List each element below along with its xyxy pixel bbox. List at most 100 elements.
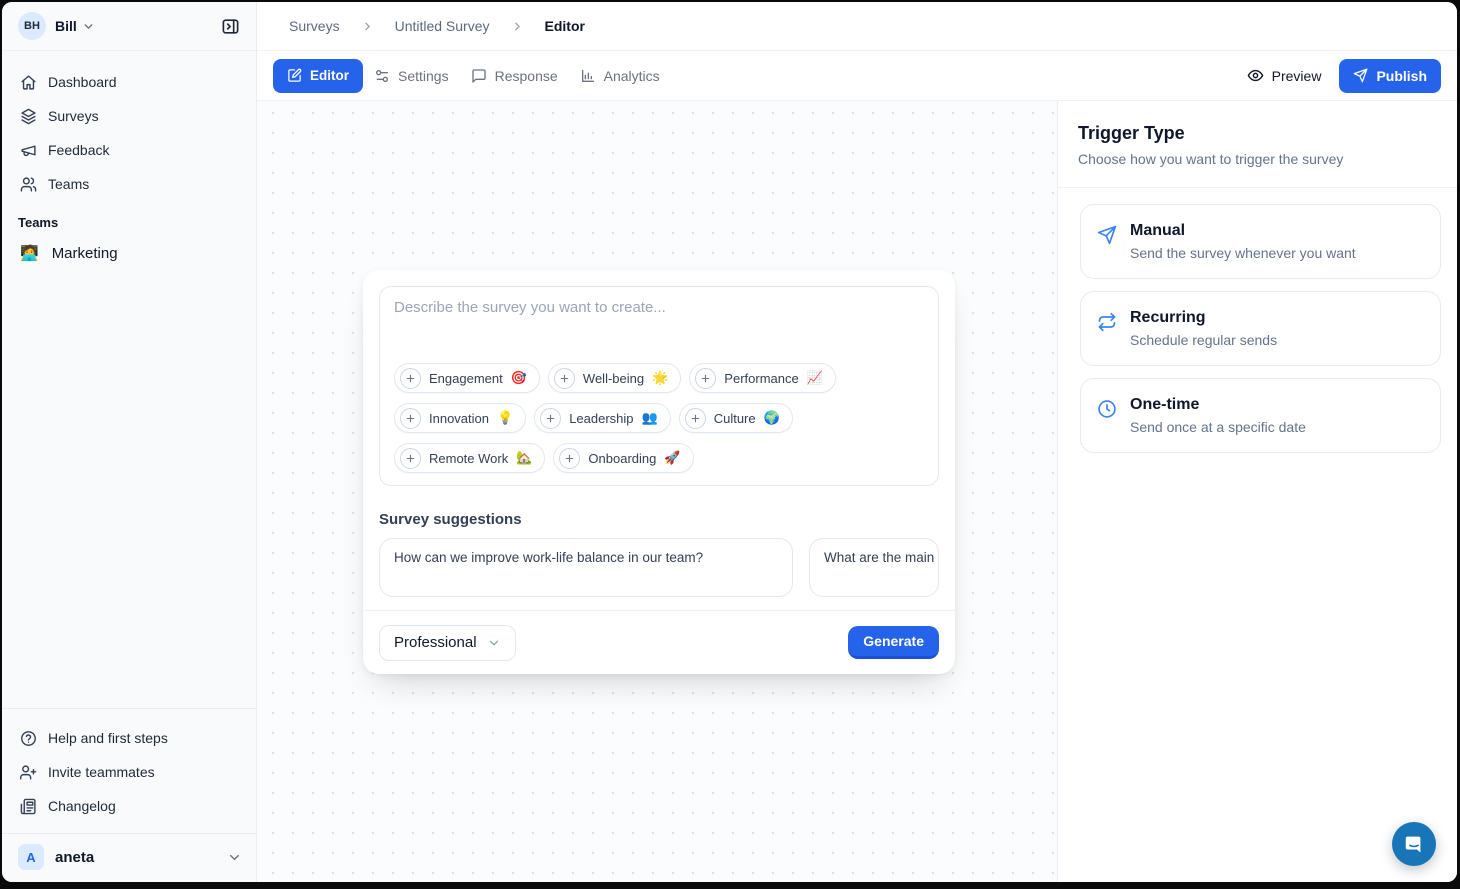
star-emoji-icon: 🌟 bbox=[652, 370, 668, 386]
sidebar-item-help[interactable]: Help and first steps bbox=[10, 721, 248, 755]
sidebar: BH Bill Dashboard Surveys Feedback bbox=[2, 2, 257, 882]
plus-icon bbox=[685, 408, 706, 429]
panel-collapse-icon bbox=[221, 17, 240, 36]
chip-label: Engagement bbox=[429, 371, 503, 386]
topic-chips: Engagement 🎯 Well-being 🌟 Performance 📈 Inn… bbox=[394, 363, 924, 473]
chip-label: Performance bbox=[724, 371, 798, 386]
generate-button[interactable]: Generate bbox=[848, 626, 939, 659]
chip-innovation[interactable]: Innovation💡 bbox=[394, 403, 526, 433]
trigger-option-title: Manual bbox=[1130, 222, 1356, 240]
panel-title: Trigger Type bbox=[1078, 123, 1437, 144]
tab-settings[interactable]: Settings bbox=[363, 59, 460, 93]
sidebar-item-surveys[interactable]: Surveys bbox=[10, 99, 248, 133]
bulb-emoji-icon: 💡 bbox=[497, 410, 513, 426]
chip-culture[interactable]: Culture🌍 bbox=[679, 403, 793, 433]
trigger-option-recurring[interactable]: Recurring Schedule regular sends bbox=[1080, 291, 1441, 366]
tab-label: Response bbox=[495, 68, 558, 84]
technologist-emoji-icon: 🧑‍💻 bbox=[20, 244, 39, 262]
tab-label: Settings bbox=[398, 68, 449, 84]
suggestion-card[interactable]: How can we improve work-life balance in … bbox=[379, 538, 793, 597]
chip-onboarding[interactable]: Onboarding 🚀 bbox=[553, 443, 693, 473]
sidebar-item-label: Dashboard bbox=[48, 74, 117, 90]
sidebar-item-teams[interactable]: Teams bbox=[10, 167, 248, 201]
dart-emoji-icon: 🎯 bbox=[511, 370, 527, 386]
trigger-panel: Trigger Type Choose how you want to trig… bbox=[1057, 101, 1457, 882]
sliders-icon bbox=[374, 68, 390, 84]
tab-analytics[interactable]: Analytics bbox=[569, 59, 671, 93]
trigger-option-description: Send once at a specific date bbox=[1130, 419, 1306, 435]
megaphone-icon bbox=[20, 142, 37, 159]
chip-leadership[interactable]: Leadership👥 bbox=[534, 403, 671, 433]
home-icon bbox=[20, 74, 37, 91]
intercom-chat-icon bbox=[1403, 833, 1425, 855]
plus-icon bbox=[400, 368, 421, 389]
repeat-icon bbox=[1097, 312, 1117, 348]
collapse-sidebar-button[interactable] bbox=[216, 12, 244, 40]
tab-label: Analytics bbox=[604, 68, 660, 84]
layers-icon bbox=[20, 108, 37, 125]
trigger-option-one-time[interactable]: One-time Send once at a specific date bbox=[1080, 378, 1441, 453]
plus-icon bbox=[400, 408, 421, 429]
preview-button[interactable]: Preview bbox=[1237, 67, 1332, 84]
chevron-right-icon bbox=[511, 20, 524, 33]
chip-performance[interactable]: Performance 📈 bbox=[689, 363, 836, 393]
survey-generator-card: Engagement 🎯 Well-being 🌟 Performance 📈 Inn… bbox=[363, 270, 955, 674]
trigger-option-description: Schedule regular sends bbox=[1130, 332, 1277, 348]
plus-icon bbox=[540, 408, 561, 429]
chat-bubble-icon bbox=[471, 68, 487, 84]
globe-emoji-icon: 🌍 bbox=[764, 410, 780, 426]
chevron-down-icon bbox=[227, 850, 242, 865]
trigger-option-description: Send the survey whenever you want bbox=[1130, 245, 1356, 261]
suggestions-title: Survey suggestions bbox=[379, 511, 939, 528]
breadcrumb: Surveys Untitled Survey Editor bbox=[257, 2, 1457, 51]
trigger-panel-header: Trigger Type Choose how you want to trig… bbox=[1058, 101, 1457, 188]
sidebar-item-marketing[interactable]: 🧑‍💻 Marketing bbox=[2, 234, 256, 272]
survey-prompt-box: Engagement 🎯 Well-being 🌟 Performance 📈 Inn… bbox=[379, 286, 939, 486]
sidebar-item-label: Surveys bbox=[48, 108, 99, 124]
editor-toolbar: Editor Settings Response Analytics Previ… bbox=[257, 51, 1457, 101]
sidebar-item-label: Invite teammates bbox=[48, 764, 155, 780]
sidebar-item-feedback[interactable]: Feedback bbox=[10, 133, 248, 167]
chip-well-being[interactable]: Well-being 🌟 bbox=[548, 363, 681, 393]
send-icon bbox=[1097, 225, 1117, 261]
chip-label: Onboarding bbox=[588, 451, 656, 466]
preview-label: Preview bbox=[1272, 68, 1322, 84]
user-menu[interactable]: A aneta bbox=[2, 833, 256, 882]
edit-icon bbox=[287, 68, 302, 83]
tone-select[interactable]: Professional bbox=[379, 625, 516, 661]
sidebar-item-label: Feedback bbox=[48, 142, 109, 158]
user-name: aneta bbox=[55, 849, 227, 866]
chip-remote-work[interactable]: Remote Work🏡 bbox=[394, 443, 545, 473]
suggestion-card[interactable]: What are the main obstacles you face in … bbox=[809, 538, 939, 597]
teams-section-label: Teams bbox=[2, 201, 256, 234]
rocket-emoji-icon: 🚀 bbox=[664, 450, 680, 466]
chat-launcher-button[interactable] bbox=[1392, 822, 1436, 866]
trigger-option-manual[interactable]: Manual Send the survey whenever you want bbox=[1080, 204, 1441, 279]
user-avatar: A bbox=[18, 844, 44, 870]
people-emoji-icon: 👥 bbox=[642, 410, 658, 426]
sidebar-item-invite[interactable]: Invite teammates bbox=[10, 755, 248, 789]
survey-prompt-input[interactable] bbox=[394, 299, 924, 363]
chip-label: Well-being bbox=[583, 371, 644, 386]
chart-emoji-icon: 📈 bbox=[807, 370, 823, 386]
chip-label: Remote Work bbox=[429, 451, 508, 466]
plus-icon bbox=[559, 448, 580, 469]
breadcrumb-untitled-survey[interactable]: Untitled Survey bbox=[395, 18, 490, 34]
app-window: BH Bill Dashboard Surveys Feedback bbox=[2, 2, 1457, 882]
tab-label: Editor bbox=[310, 68, 349, 83]
sidebar-item-dashboard[interactable]: Dashboard bbox=[10, 65, 248, 99]
tone-selected-value: Professional bbox=[394, 634, 477, 651]
sidebar-item-changelog[interactable]: Changelog bbox=[10, 789, 248, 823]
user-plus-icon bbox=[20, 764, 37, 781]
breadcrumb-editor: Editor bbox=[545, 18, 585, 34]
publish-button[interactable]: Publish bbox=[1339, 59, 1441, 93]
tab-editor[interactable]: Editor bbox=[273, 59, 363, 93]
send-icon bbox=[1353, 68, 1368, 83]
panel-subtitle: Choose how you want to trigger the surve… bbox=[1078, 151, 1437, 167]
workspace-switcher[interactable]: BH Bill bbox=[2, 2, 256, 51]
breadcrumb-surveys[interactable]: Surveys bbox=[289, 18, 340, 34]
sidebar-footer-nav: Help and first steps Invite teammates Ch… bbox=[2, 708, 256, 823]
tab-response[interactable]: Response bbox=[460, 59, 569, 93]
chip-engagement[interactable]: Engagement 🎯 bbox=[394, 363, 540, 393]
sidebar-item-label: Help and first steps bbox=[48, 730, 168, 746]
